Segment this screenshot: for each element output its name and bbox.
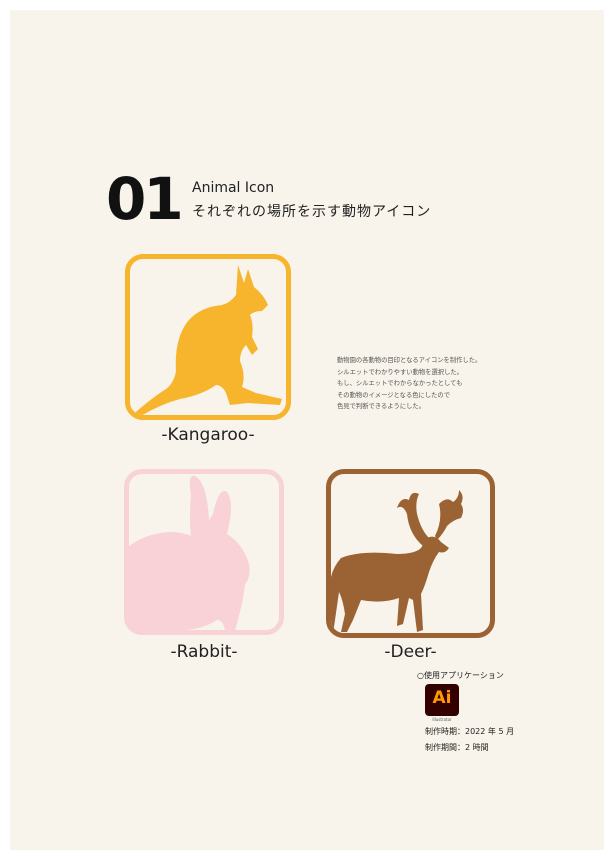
description-line: 色見で判断できるようにした。 (337, 403, 426, 410)
page-sheet (10, 10, 604, 850)
description-line: その動物のイメージとなる色にしたので (337, 391, 451, 399)
rabbit-icon-frame (124, 469, 284, 635)
rabbit-label: -Rabbit- (170, 642, 238, 662)
deer-icon (331, 490, 463, 633)
description-line: シルエットでわかりやすい動物を選択した。 (337, 368, 463, 376)
production-date: 制作時期：2022 年 5 月 (425, 727, 515, 736)
kangaroo-label: -Kangaroo- (161, 425, 255, 445)
ai-badge-caption: Illustrator (432, 717, 452, 722)
rabbit-icon (129, 475, 250, 630)
production-duration: 制作期間：2 時間 (425, 743, 489, 752)
section-number: 01 (106, 165, 184, 233)
section-title-en: Animal Icon (192, 180, 275, 196)
apps-heading: ○使用アプリケーション (417, 671, 504, 680)
description-text: 動物園の各動物の目印となるアイコンを制作した。 シルエットでわかりやすい動物を選… (337, 355, 481, 413)
ai-badge-text: Ai (432, 688, 452, 708)
section-title-jp: それぞれの場所を示す動物アイコン (192, 204, 432, 220)
description-line: 動物園の各動物の目印となるアイコンを制作した。 (337, 357, 482, 364)
adobe-illustrator-icon: Ai (425, 684, 459, 716)
deer-icon-frame (326, 469, 495, 638)
deer-label: -Deer- (384, 642, 437, 662)
description-line: もし、シルエットでわからなかったとしても (337, 380, 463, 387)
kangaroo-icon (132, 265, 282, 415)
kangaroo-icon-frame (125, 254, 291, 420)
